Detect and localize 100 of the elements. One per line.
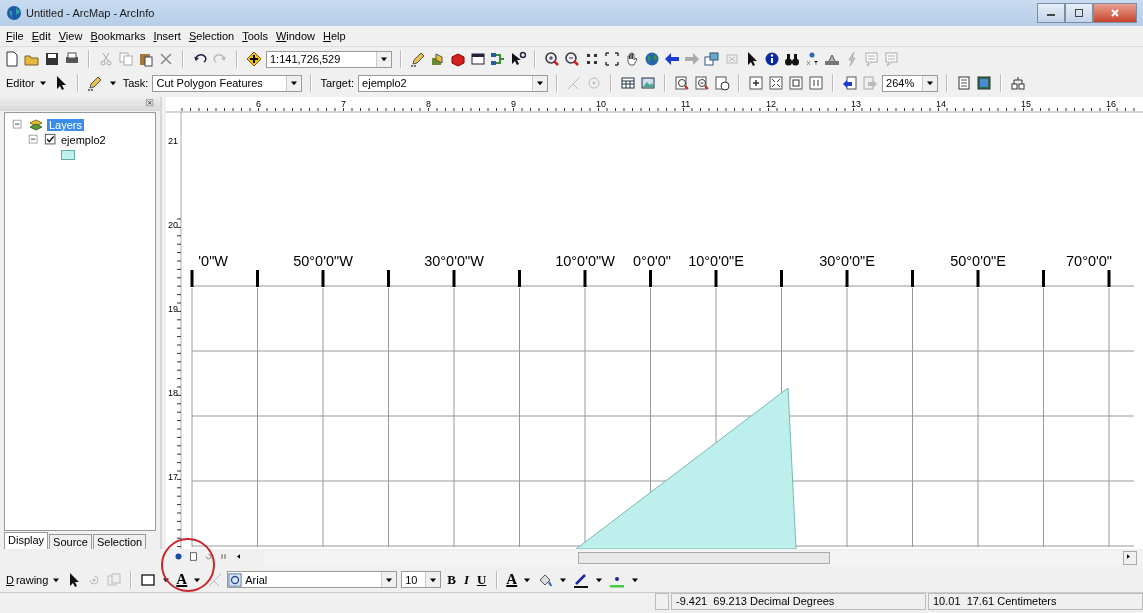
graticule-label: 30°0'0"W [424, 253, 484, 269]
zoom-out-icon[interactable] [564, 51, 580, 67]
tab[interactable]: Source [49, 534, 92, 549]
ruler-label: 15 [1021, 99, 1031, 109]
ruler-label: 12 [766, 99, 776, 109]
minimize-button[interactable] [1037, 3, 1065, 23]
menu-item[interactable]: Edit [31, 30, 51, 42]
ruler-label: 19 [168, 304, 178, 314]
table-icon[interactable] [620, 75, 637, 91]
window-title: Untitled - ArcMap - ArcInfo [26, 7, 156, 19]
scale-field[interactable]: 1:141,726,529 [266, 50, 392, 68]
coordinates-readout: -9.421 69.213 Decimal Degrees [671, 593, 926, 610]
menu-item[interactable]: Selection [188, 30, 235, 42]
zoom-percent-field[interactable]: 264% [882, 74, 939, 92]
menu-item[interactable]: View [58, 30, 83, 42]
zoom-in-icon[interactable] [544, 51, 560, 67]
toolbox-icon[interactable] [430, 51, 446, 67]
tab[interactable]: Display [4, 532, 49, 549]
fixed-zoom-in-page-icon[interactable] [748, 75, 765, 91]
target-label: Target: [320, 77, 355, 89]
font-color-button[interactable]: A [506, 571, 518, 588]
graticule-label: 10°0'0"E [688, 253, 744, 269]
bold-button[interactable]: B [445, 571, 458, 588]
ruler-label: 11 [681, 99, 691, 109]
menu-item[interactable]: Tools [242, 30, 268, 42]
hand-icon[interactable] [624, 51, 640, 67]
go-to-xy-icon[interactable] [804, 51, 820, 67]
graticule-label: 50°0'0"W [293, 253, 353, 269]
target-dropdown[interactable]: ejemplo2 [358, 74, 549, 92]
italic-button[interactable]: I [461, 571, 471, 588]
close-button[interactable] [1093, 3, 1137, 23]
model-icon[interactable] [490, 51, 506, 67]
task-dropdown[interactable]: Cut Polygon Features [152, 74, 303, 92]
graticule-label: 30°0'0"E [819, 253, 875, 269]
previous-extent-icon[interactable] [842, 75, 859, 91]
pencil-icon[interactable] [410, 51, 426, 67]
graticule-label: 10°0'0"W [555, 253, 615, 269]
menu-item[interactable]: Insert [153, 30, 181, 42]
menu-item[interactable]: Window [275, 30, 316, 42]
checkbox[interactable] [44, 132, 58, 147]
tab[interactable]: Selection [92, 534, 147, 549]
status-panel [655, 593, 669, 610]
font-type-icon [228, 572, 243, 587]
full-page-icon[interactable] [788, 75, 805, 91]
cube-icon[interactable] [450, 51, 466, 67]
graticule-label: 70°0'0" [1066, 253, 1112, 269]
pencil-icon[interactable] [86, 75, 103, 91]
underline-button[interactable]: U [474, 571, 489, 588]
delete-icon[interactable] [158, 51, 174, 67]
highlight-circle [161, 538, 215, 592]
add-data-icon[interactable] [246, 51, 262, 67]
paste-icon[interactable] [138, 51, 154, 67]
zoom-out-page-icon[interactable] [694, 75, 711, 91]
menu-item[interactable]: File [6, 30, 24, 42]
ruler-label: 14 [936, 99, 946, 109]
pan-page-icon[interactable] [714, 75, 731, 91]
horizontal-scrollbar[interactable] [264, 551, 1143, 565]
menu-item[interactable]: Help [323, 30, 346, 42]
drawing-menu[interactable]: Drawing [6, 573, 63, 586]
back-arrow-icon[interactable] [664, 51, 680, 67]
identify-icon[interactable] [764, 51, 780, 67]
focus-frame-icon[interactable] [976, 75, 993, 91]
zoom-in-page-icon[interactable] [674, 75, 691, 91]
sketch-icon[interactable] [207, 571, 224, 588]
ruler-label: 18 [168, 388, 178, 398]
change-layout-icon[interactable] [1010, 75, 1027, 91]
menu-item[interactable]: Bookmarks [90, 30, 146, 42]
ruler-label: 16 [1106, 99, 1116, 109]
font-dropdown[interactable]: Arial [227, 571, 398, 588]
ruler-label: 8 [426, 99, 431, 109]
text-tool-button[interactable]: A [176, 571, 188, 588]
ruler-label: 17 [168, 472, 178, 482]
ruler-label: 20 [168, 220, 178, 230]
maximize-icon [1074, 8, 1084, 18]
graticule-label: 50°0'0"E [950, 253, 1006, 269]
fixed-zoom-out-icon[interactable] [604, 51, 620, 67]
maximize-button[interactable] [1065, 3, 1093, 23]
globe-icon[interactable] [644, 51, 660, 67]
fixed-zoom-in-icon[interactable] [584, 51, 600, 67]
font-size-dropdown[interactable]: 10 [401, 571, 442, 588]
layer-name[interactable]: ejemplo2 [61, 133, 106, 146]
ruler-label: 9 [511, 99, 516, 109]
graticule-label: '0"W [198, 253, 228, 269]
new-document-icon[interactable] [4, 51, 20, 67]
image-icon[interactable] [640, 75, 657, 91]
help-icon[interactable] [510, 51, 526, 67]
binoculars-icon[interactable] [784, 51, 800, 67]
fixed-zoom-out-page-icon[interactable] [768, 75, 785, 91]
app-globe-icon [6, 5, 22, 21]
select-features-icon[interactable] [704, 51, 720, 67]
close-icon[interactable] [146, 99, 157, 109]
rectangle-icon[interactable] [140, 571, 157, 588]
editor-menu[interactable]: Editor [6, 77, 49, 89]
window-icon[interactable] [470, 51, 486, 67]
graticule-label: 0°0'0" [633, 253, 671, 269]
polygon-symbol-icon [61, 149, 75, 160]
save-icon[interactable] [44, 51, 60, 67]
actual-size-icon[interactable] [808, 75, 825, 91]
line-color-icon[interactable] [573, 571, 590, 588]
ruler-label: 21 [168, 136, 178, 146]
